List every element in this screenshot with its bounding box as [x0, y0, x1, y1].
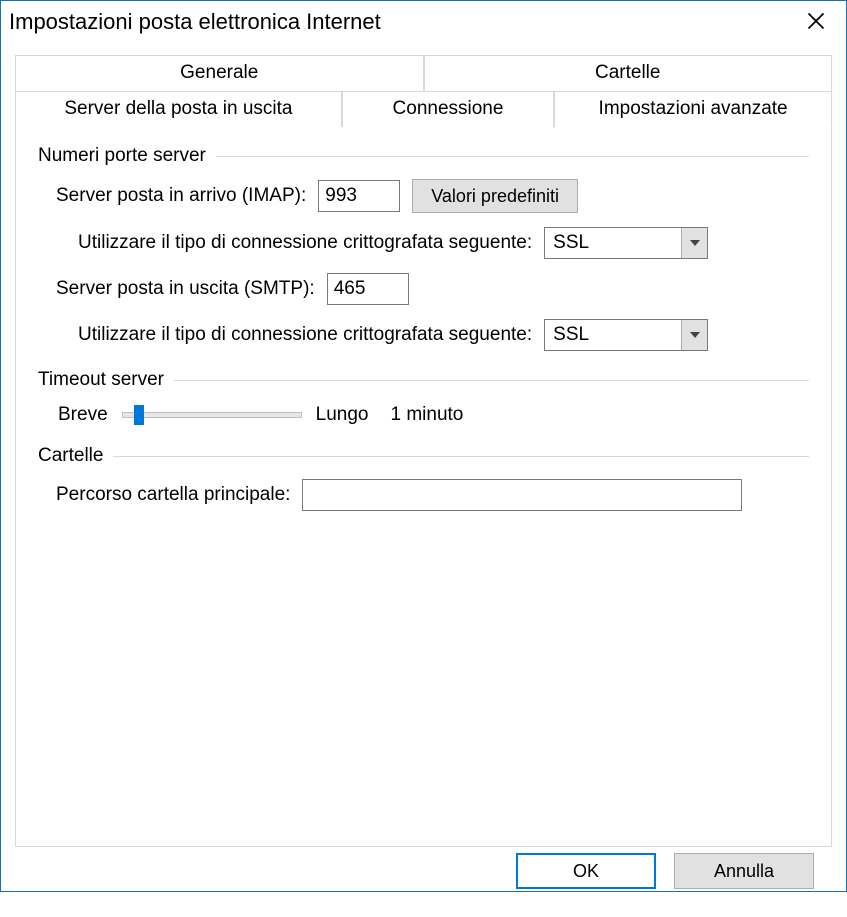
group-timeout: Timeout server Breve Lungo 1 minuto	[38, 369, 809, 427]
tab-strip: Generale Cartelle Server della posta in …	[15, 55, 832, 128]
titlebar: Impostazioni posta elettronica Internet	[1, 1, 846, 41]
ok-button[interactable]: OK	[516, 853, 656, 889]
divider	[216, 156, 809, 157]
slider-track	[122, 412, 302, 418]
defaults-button[interactable]: Valori predefiniti	[412, 179, 578, 213]
root-path-label: Percorso cartella principale:	[56, 484, 290, 506]
close-icon	[807, 12, 825, 30]
timeout-value: 1 minuto	[390, 404, 463, 426]
group-folders-legend: Cartelle	[38, 445, 103, 467]
dialog-window: Impostazioni posta elettronica Internet …	[0, 0, 847, 892]
divider	[113, 456, 809, 457]
timeout-slider[interactable]	[122, 403, 302, 427]
timeout-long-label: Lungo	[316, 404, 369, 426]
smtp-encryption-label: Utilizzare il tipo di connessione critto…	[78, 324, 532, 346]
slider-thumb[interactable]	[134, 405, 144, 425]
cancel-button[interactable]: Annulla	[674, 853, 814, 889]
imap-port-label: Server posta in arrivo (IMAP):	[56, 185, 306, 207]
window-title: Impostazioni posta elettronica Internet	[9, 7, 796, 35]
tab-cartelle[interactable]: Cartelle	[424, 55, 833, 92]
group-ports: Numeri porte server Server posta in arri…	[38, 145, 809, 351]
smtp-encryption-select[interactable]: SSL	[544, 319, 708, 351]
tab-server-uscita[interactable]: Server della posta in uscita	[15, 91, 342, 128]
smtp-encryption-value: SSL	[545, 324, 681, 346]
dialog-footer: OK Annulla	[15, 847, 832, 903]
smtp-port-label: Server posta in uscita (SMTP):	[56, 278, 315, 300]
imap-port-input[interactable]	[318, 180, 400, 212]
timeout-short-label: Breve	[58, 404, 108, 426]
smtp-port-input[interactable]	[327, 273, 409, 305]
chevron-down-icon	[681, 228, 707, 258]
group-timeout-legend: Timeout server	[38, 369, 164, 391]
imap-encryption-label: Utilizzare il tipo di connessione critto…	[78, 232, 532, 254]
dialog-body: Generale Cartelle Server della posta in …	[1, 41, 846, 917]
root-path-input[interactable]	[302, 479, 742, 511]
chevron-down-icon	[681, 320, 707, 350]
imap-encryption-select[interactable]: SSL	[544, 227, 708, 259]
divider	[174, 380, 809, 381]
group-ports-legend: Numeri porte server	[38, 145, 206, 167]
imap-encryption-value: SSL	[545, 232, 681, 254]
tab-panel-avanzate: Numeri porte server Server posta in arri…	[15, 127, 832, 847]
group-folders: Cartelle Percorso cartella principale:	[38, 445, 809, 511]
close-button[interactable]	[796, 1, 836, 41]
tab-connessione[interactable]: Connessione	[342, 91, 554, 128]
tab-generale[interactable]: Generale	[15, 55, 424, 92]
tab-avanzate[interactable]: Impostazioni avanzate	[554, 91, 832, 128]
